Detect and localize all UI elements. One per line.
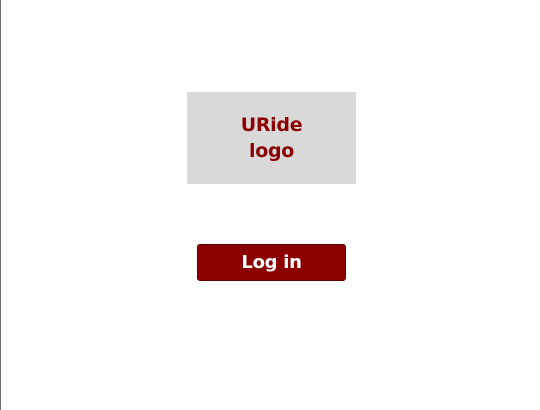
logo-text: URide logo <box>240 114 303 162</box>
logo-placeholder: URide logo <box>187 92 356 184</box>
login-button[interactable]: Log in <box>197 244 346 281</box>
login-screen: URide logo Log in <box>0 0 540 410</box>
